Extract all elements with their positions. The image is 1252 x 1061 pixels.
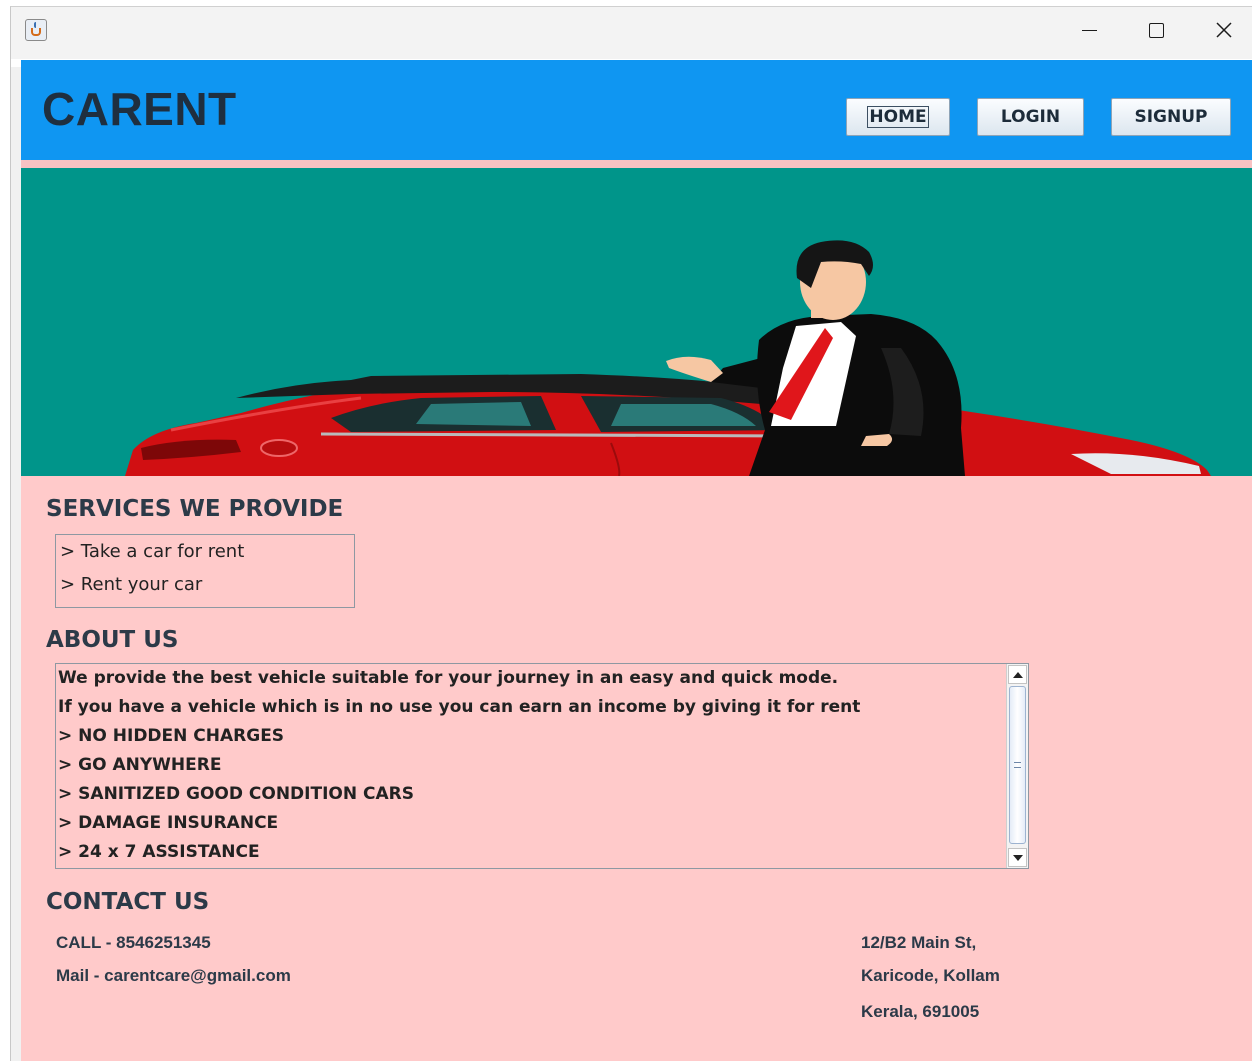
minimize-icon[interactable] (1066, 13, 1112, 47)
hero-banner (21, 168, 1252, 476)
about-line: > NO HIDDEN CHARGES (58, 726, 285, 746)
address-line: Kerala, 691005 (861, 1002, 980, 1021)
about-line: We provide the best vehicle suitable for… (58, 668, 839, 688)
services-list[interactable]: > Take a car for rent > Rent your car (55, 534, 355, 608)
scroll-down-arrow-icon[interactable] (1008, 848, 1027, 867)
about-heading: ABOUT US (46, 627, 179, 653)
about-line: If you have a vehicle which is in no use… (58, 697, 861, 717)
about-line: > SANITIZED GOOD CONDITION CARS (58, 784, 414, 804)
hero-illustration (125, 240, 1211, 476)
maximize-icon[interactable] (1133, 13, 1179, 47)
about-line: > GO ANYWHERE (58, 755, 222, 775)
title-bar (11, 7, 1252, 59)
content-panel: SERVICES WE PROVIDE > Take a car for ren… (21, 476, 1252, 1061)
address-line: Karicode, Kollam (861, 966, 1000, 985)
services-heading: SERVICES WE PROVIDE (46, 496, 344, 522)
header-divider (21, 160, 1252, 168)
about-line: > DAMAGE INSURANCE (58, 813, 279, 833)
list-item[interactable]: > Take a car for rent (60, 541, 244, 562)
app-window: CARENT HOME LOGIN SIGNUP SERVICES WE PRO… (10, 6, 1252, 1061)
about-line: > 24 x 7 ASSISTANCE (58, 842, 260, 862)
scrollbar-thumb[interactable] (1009, 686, 1026, 844)
contact-heading: CONTACT US (46, 889, 210, 915)
home-button-label: HOME (867, 106, 929, 128)
left-edge (11, 67, 21, 1061)
contact-email: Mail - carentcare@gmail.com (56, 966, 291, 985)
scroll-up-arrow-icon[interactable] (1008, 665, 1027, 684)
about-textarea[interactable]: We provide the best vehicle suitable for… (55, 663, 1029, 869)
list-item[interactable]: > Rent your car (60, 574, 202, 595)
about-scrollbar[interactable] (1006, 664, 1028, 868)
header-bar: CARENT HOME LOGIN SIGNUP (21, 60, 1252, 160)
close-icon[interactable] (1201, 13, 1247, 47)
home-button[interactable]: HOME (846, 98, 950, 136)
brand-logo: CARENT (42, 83, 237, 135)
signup-button[interactable]: SIGNUP (1111, 98, 1231, 136)
address-line: 12/B2 Main St, (861, 933, 977, 952)
login-button[interactable]: LOGIN (977, 98, 1084, 136)
java-coffee-cup-icon[interactable] (25, 19, 47, 41)
contact-phone: CALL - 8546251345 (56, 933, 211, 952)
